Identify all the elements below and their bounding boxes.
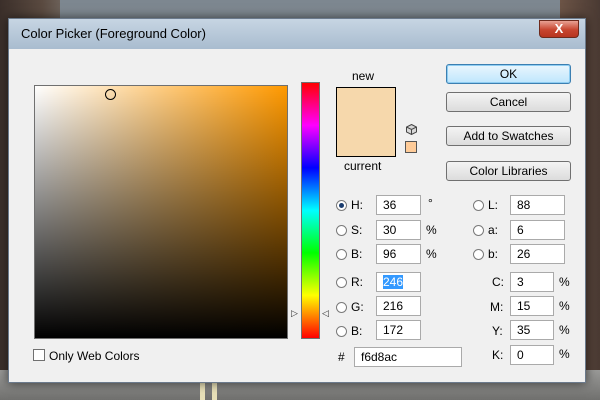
add-to-swatches-button[interactable]: Add to Swatches [446, 126, 571, 146]
color-libraries-button[interactable]: Color Libraries [446, 161, 571, 181]
red-input[interactable]: 246 [376, 272, 421, 292]
yellow-label: Y: [492, 324, 503, 338]
hue-slider-left-arrow-icon[interactable]: ▷ [291, 308, 298, 319]
cancel-button[interactable]: Cancel [446, 92, 571, 112]
lab-b-radio[interactable] [473, 249, 484, 260]
magenta-input[interactable]: 15 [510, 296, 554, 316]
only-web-colors-checkbox[interactable] [33, 349, 45, 361]
yellow-input[interactable]: 35 [510, 320, 554, 340]
blue-radio[interactable] [336, 326, 347, 337]
saturation-input[interactable]: 30 [376, 220, 421, 240]
hue-input[interactable]: 36 [376, 195, 421, 215]
lab-a-radio[interactable] [473, 225, 484, 236]
green-label: G: [351, 300, 364, 314]
window-title: Color Picker (Foreground Color) [21, 26, 206, 41]
close-icon: X [554, 21, 564, 36]
hue-radio[interactable] [336, 200, 347, 211]
lab-l-radio[interactable] [473, 200, 484, 211]
brightness-label: B: [351, 247, 363, 261]
out-of-gamut-cube-icon[interactable] [406, 124, 417, 135]
brightness-radio[interactable] [336, 249, 347, 260]
blue-label: B: [351, 324, 363, 338]
lab-b-input[interactable]: 26 [510, 244, 565, 264]
only-web-colors-label[interactable]: Only Web Colors [49, 349, 139, 363]
hue-unit: ° [428, 196, 433, 210]
black-input[interactable]: 0 [510, 345, 554, 365]
black-unit: % [559, 347, 570, 361]
red-radio[interactable] [336, 277, 347, 288]
current-color-label: current [344, 159, 382, 173]
lab-l-label: L: [488, 198, 499, 212]
hex-input[interactable]: f6d8ac [354, 347, 462, 367]
color-picker-dialog: Color Picker (Foreground Color) X ▷ ◁ ne… [8, 18, 586, 383]
saturation-unit: % [426, 223, 437, 237]
web-safe-color-swatch[interactable] [405, 141, 417, 153]
ok-button[interactable]: OK [446, 64, 571, 84]
lab-b-label: b: [488, 247, 499, 261]
new-color-label: new [352, 69, 375, 83]
hue-label: H: [351, 198, 363, 212]
cyan-unit: % [559, 275, 570, 289]
new-color-swatch [336, 87, 396, 125]
close-button[interactable]: X [539, 20, 579, 38]
cyan-input[interactable]: 3 [510, 272, 554, 292]
title-bar[interactable]: Color Picker (Foreground Color) X [9, 19, 585, 49]
color-field[interactable] [34, 85, 288, 339]
current-color-swatch[interactable] [336, 125, 396, 157]
yellow-unit: % [559, 323, 570, 337]
lab-l-input[interactable]: 88 [510, 195, 565, 215]
saturation-radio[interactable] [336, 225, 347, 236]
lab-a-input[interactable]: 6 [510, 220, 565, 240]
black-label: K: [492, 348, 504, 362]
cyan-label: C: [492, 275, 504, 289]
saturation-label: S: [351, 223, 363, 237]
lab-a-label: a: [488, 223, 499, 237]
green-input[interactable]: 216 [376, 296, 421, 316]
color-field-cursor[interactable] [105, 89, 116, 100]
blue-input[interactable]: 172 [376, 320, 421, 340]
magenta-label: M: [490, 300, 504, 314]
brightness-input[interactable]: 96 [376, 244, 421, 264]
hue-slider[interactable] [301, 82, 320, 339]
hex-label: # [338, 350, 345, 364]
hue-slider-right-arrow-icon[interactable]: ◁ [322, 308, 329, 319]
red-label: R: [351, 275, 363, 289]
brightness-unit: % [426, 247, 437, 261]
dialog-body: ▷ ◁ new current OK Cancel Add to Swatche… [16, 49, 578, 376]
magenta-unit: % [559, 299, 570, 313]
green-radio[interactable] [336, 302, 347, 313]
